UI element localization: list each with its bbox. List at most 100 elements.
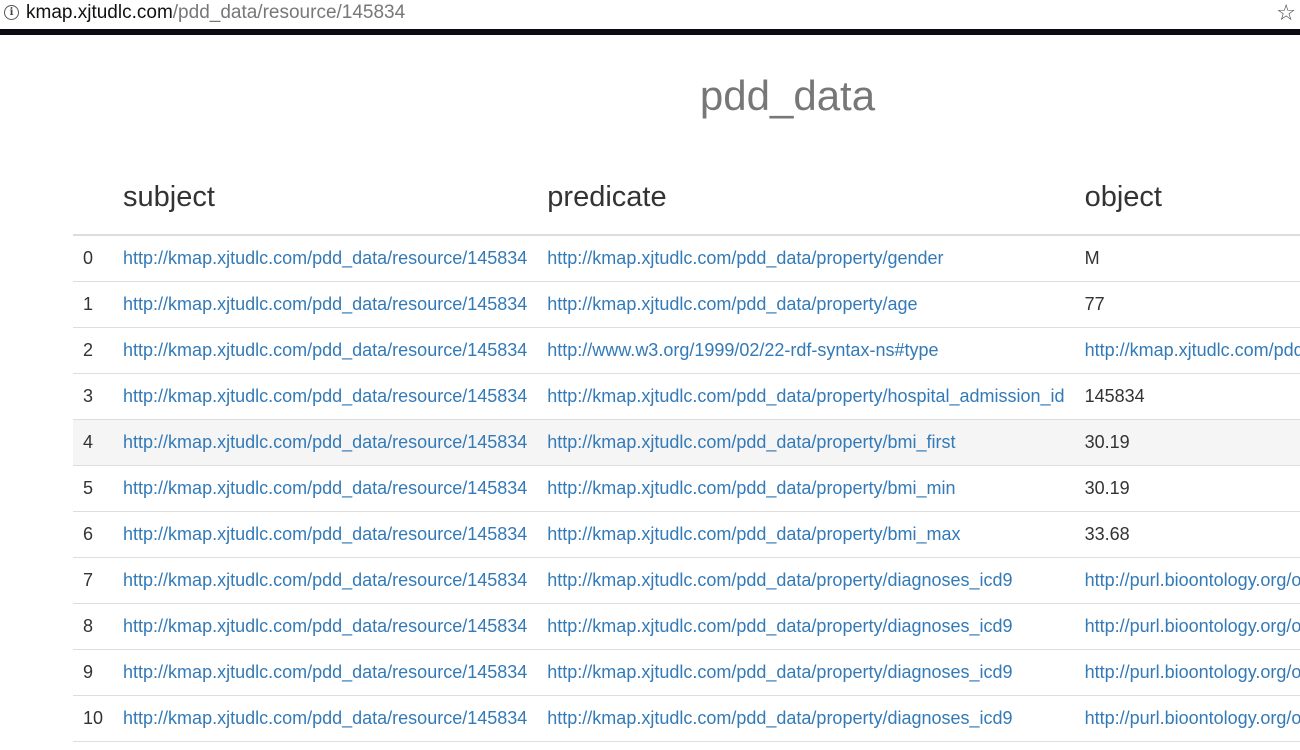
- object-link[interactable]: http://purl.bioontology.org/ontol: [1085, 570, 1300, 590]
- row-index: 2: [73, 327, 114, 374]
- subject-link[interactable]: http://kmap.xjtudlc.com/pdd_data/resourc…: [123, 478, 527, 498]
- subject-cell: http://kmap.xjtudlc.com/pdd_data/resourc…: [113, 419, 538, 466]
- object-value: M: [1084, 248, 1100, 268]
- row-index: 5: [73, 465, 114, 512]
- predicate-link[interactable]: http://kmap.xjtudlc.com/pdd_data/propert…: [547, 432, 955, 452]
- url-host: kmap.xjtudlc.com: [26, 2, 173, 23]
- row-index: 7: [73, 557, 114, 604]
- predicate-cell: http://kmap.xjtudlc.com/pdd_data/propert…: [537, 235, 1075, 282]
- subject-link[interactable]: http://kmap.xjtudlc.com/pdd_data/resourc…: [123, 570, 527, 590]
- row-index: 9: [73, 649, 114, 696]
- subject-link[interactable]: http://kmap.xjtudlc.com/pdd_data/resourc…: [123, 386, 527, 406]
- row-index: 3: [73, 373, 114, 420]
- predicate-cell: http://kmap.xjtudlc.com/pdd_data/propert…: [537, 281, 1075, 328]
- table-row: 3 http://kmap.xjtudlc.com/pdd_data/resour…: [73, 373, 1300, 420]
- table-row: 7 http://kmap.xjtudlc.com/pdd_data/resour…: [73, 557, 1300, 604]
- object-cell: 145834: [1074, 373, 1300, 420]
- predicate-link[interactable]: http://kmap.xjtudlc.com/pdd_data/propert…: [547, 524, 960, 544]
- object-link[interactable]: http://kmap.xjtudlc.com/pdd_da: [1085, 340, 1300, 360]
- info-icon[interactable]: i: [4, 5, 19, 20]
- predicate-link[interactable]: http://kmap.xjtudlc.com/pdd_data/propert…: [547, 386, 1064, 406]
- subject-column-header: subject: [113, 160, 538, 236]
- object-cell: M: [1074, 235, 1300, 282]
- predicate-column-header: predicate: [537, 160, 1075, 236]
- object-cell: 30.19: [1074, 465, 1300, 512]
- subject-link[interactable]: http://kmap.xjtudlc.com/pdd_data/resourc…: [123, 432, 527, 452]
- table-row: 9 http://kmap.xjtudlc.com/pdd_data/resour…: [73, 649, 1300, 696]
- object-link[interactable]: http://purl.bioontology.org/ontol: [1085, 662, 1300, 682]
- table-row: 6 http://kmap.xjtudlc.com/pdd_data/resour…: [73, 511, 1300, 558]
- page-header-bar: [0, 29, 1300, 35]
- predicate-link[interactable]: http://kmap.xjtudlc.com/pdd_data/propert…: [547, 708, 1012, 728]
- predicate-link[interactable]: http://kmap.xjtudlc.com/pdd_data/propert…: [547, 662, 1012, 682]
- predicate-link[interactable]: http://kmap.xjtudlc.com/pdd_data/propert…: [547, 294, 917, 314]
- object-link[interactable]: http://purl.bioontology.org/ontol: [1085, 708, 1300, 728]
- table-header-row: subject predicate object: [73, 160, 1300, 236]
- subject-cell: http://kmap.xjtudlc.com/pdd_data/resourc…: [113, 281, 538, 328]
- table-row: 8 http://kmap.xjtudlc.com/pdd_data/resour…: [73, 603, 1300, 650]
- predicate-link[interactable]: http://kmap.xjtudlc.com/pdd_data/propert…: [547, 616, 1012, 636]
- subject-cell: http://kmap.xjtudlc.com/pdd_data/resourc…: [113, 649, 538, 696]
- object-value: 30.19: [1084, 432, 1130, 452]
- object-cell: http://purl.bioontology.org/ontol: [1074, 603, 1300, 650]
- triples-table-container: subject predicate object 0 http://kmap.xj…: [73, 160, 1300, 750]
- predicate-cell: http://kmap.xjtudlc.com/pdd_data/propert…: [537, 511, 1075, 558]
- subject-cell: http://kmap.xjtudlc.com/pdd_data/resourc…: [113, 511, 538, 558]
- object-cell: http://kmap.xjtudlc.com/pdd_da: [1074, 327, 1300, 374]
- object-cell: http://purl.bioontology.org/ontol: [1074, 649, 1300, 696]
- object-cell: 77: [1074, 281, 1300, 328]
- subject-cell: http://kmap.xjtudlc.com/pdd_data/resourc…: [113, 373, 538, 420]
- object-cell: 33.68: [1074, 511, 1300, 558]
- url-path: /pdd_data/resource/145834: [172, 2, 406, 23]
- subject-cell: http://kmap.xjtudlc.com/pdd_data/resourc…: [113, 603, 538, 650]
- object-value: 30.19: [1084, 478, 1130, 498]
- object-link[interactable]: http://purl.bioontology.org/ontol: [1085, 616, 1300, 636]
- table-row: 5 http://kmap.xjtudlc.com/pdd_data/resour…: [73, 465, 1300, 512]
- predicate-link[interactable]: http://kmap.xjtudlc.com/pdd_data/propert…: [547, 570, 1012, 590]
- predicate-cell: http://kmap.xjtudlc.com/pdd_data/propert…: [537, 465, 1075, 512]
- subject-link[interactable]: http://kmap.xjtudlc.com/pdd_data/resourc…: [123, 524, 527, 544]
- predicate-link[interactable]: http://www.w3.org/1999/02/22-rdf-syntax-…: [547, 340, 938, 360]
- subject-cell: http://kmap.xjtudlc.com/pdd_data/resourc…: [113, 327, 538, 374]
- row-index: 6: [73, 511, 114, 558]
- row-index: 4: [73, 419, 114, 466]
- object-cell: http://purl.bioontology.org/ontol: [1074, 695, 1300, 742]
- predicate-cell: http://www.w3.org/1999/02/22-rdf-syntax-…: [537, 327, 1075, 374]
- predicate-cell: http://kmap.xjtudlc.com/pdd_data/propert…: [537, 649, 1075, 696]
- subject-cell: http://kmap.xjtudlc.com/pdd_data/resourc…: [113, 557, 538, 604]
- table-row: 2 http://kmap.xjtudlc.com/pdd_data/resour…: [73, 327, 1300, 374]
- table-row: 4 http://kmap.xjtudlc.com/pdd_data/resour…: [73, 419, 1300, 466]
- object-column-header: object: [1074, 160, 1300, 236]
- predicate-link[interactable]: http://kmap.xjtudlc.com/pdd_data/propert…: [547, 478, 955, 498]
- object-cell: http://purl.bioontology.org/ontol: [1074, 557, 1300, 604]
- subject-link[interactable]: http://kmap.xjtudlc.com/pdd_data/resourc…: [123, 616, 527, 636]
- subject-cell: http://kmap.xjtudlc.com/pdd_data/resourc…: [113, 465, 538, 512]
- row-index: 8: [73, 603, 114, 650]
- index-column-header: [73, 160, 114, 236]
- subject-link[interactable]: http://kmap.xjtudlc.com/pdd_data/resourc…: [123, 708, 527, 728]
- url-text[interactable]: kmap.xjtudlc.com/pdd_data/resource/14583…: [26, 1, 405, 25]
- row-index: 10: [73, 695, 114, 742]
- predicate-cell: http://kmap.xjtudlc.com/pdd_data/propert…: [537, 695, 1075, 742]
- subject-cell: http://kmap.xjtudlc.com/pdd_data/resourc…: [113, 695, 538, 742]
- page-title: pdd_data: [699, 72, 876, 119]
- triples-table: subject predicate object 0 http://kmap.xj…: [73, 160, 1300, 742]
- predicate-cell: http://kmap.xjtudlc.com/pdd_data/propert…: [537, 557, 1075, 604]
- subject-link[interactable]: http://kmap.xjtudlc.com/pdd_data/resourc…: [123, 340, 527, 360]
- predicate-cell: http://kmap.xjtudlc.com/pdd_data/propert…: [537, 373, 1075, 420]
- table-body: 0 http://kmap.xjtudlc.com/pdd_data/resour…: [73, 235, 1300, 742]
- table-row: 1 http://kmap.xjtudlc.com/pdd_data/resour…: [73, 281, 1300, 328]
- address-bar[interactable]: i kmap.xjtudlc.com/pdd_data/resource/145…: [0, 0, 1300, 30]
- predicate-link[interactable]: http://kmap.xjtudlc.com/pdd_data/propert…: [547, 248, 943, 268]
- object-value: 77: [1084, 294, 1105, 314]
- row-index: 1: [73, 281, 114, 328]
- subject-link[interactable]: http://kmap.xjtudlc.com/pdd_data/resourc…: [123, 294, 527, 314]
- predicate-cell: http://kmap.xjtudlc.com/pdd_data/propert…: [537, 603, 1075, 650]
- object-value: 145834: [1084, 386, 1145, 406]
- predicate-cell: http://kmap.xjtudlc.com/pdd_data/propert…: [537, 419, 1075, 466]
- subject-link[interactable]: http://kmap.xjtudlc.com/pdd_data/resourc…: [123, 662, 527, 682]
- subject-link[interactable]: http://kmap.xjtudlc.com/pdd_data/resourc…: [123, 248, 527, 268]
- object-value: 33.68: [1084, 524, 1130, 544]
- table-row: 0 http://kmap.xjtudlc.com/pdd_data/resour…: [73, 235, 1300, 282]
- bookmark-star-icon[interactable]: ☆: [1276, 0, 1296, 26]
